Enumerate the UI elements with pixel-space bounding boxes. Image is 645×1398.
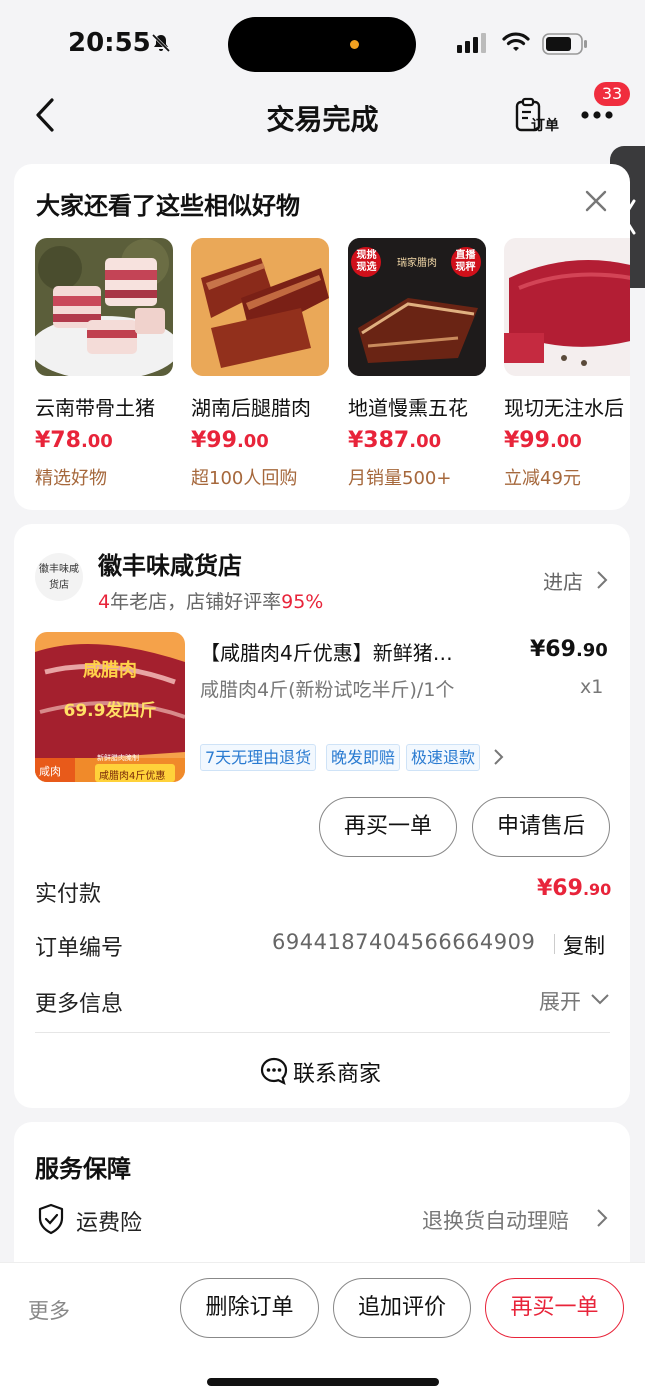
image-label: 咸腊肉4斤优惠 bbox=[99, 771, 166, 782]
recommend-item[interactable]: 现挑 现选 瑞家腊肉 直播 现秤 地道慢熏五花 ¥387.00 月销量500+ bbox=[348, 238, 486, 498]
recommend-name: 现切无注水后 bbox=[504, 396, 624, 420]
recommend-item[interactable]: 湖南后腿腊肉 ¥99.00 超100人回购 bbox=[191, 238, 329, 498]
recommend-tag: 超100人回购 bbox=[191, 468, 298, 489]
paid-label: 实付款 bbox=[35, 882, 102, 907]
product-image: 现挑 现选 瑞家腊肉 直播 现秤 bbox=[348, 238, 486, 376]
chat-icon[interactable] bbox=[259, 1056, 289, 1086]
shipping-insurance-label: 运费险 bbox=[76, 1211, 143, 1236]
service-tag[interactable]: 极速退款 bbox=[406, 744, 481, 771]
delete-order-button[interactable]: 删除订单 bbox=[180, 1278, 319, 1338]
divider bbox=[35, 1032, 610, 1033]
product-title[interactable]: 【咸腊肉4斤优惠】新鲜猪… bbox=[200, 637, 500, 666]
service-title: 服务保障 bbox=[35, 1155, 131, 1183]
recommend-item[interactable]: 现切无注水后 ¥99.00 立减49元 bbox=[504, 238, 630, 498]
shop-meta: 4年老店，店铺好评率95% bbox=[98, 591, 324, 613]
after-sale-button[interactable]: 申请售后 bbox=[472, 797, 610, 857]
order-label[interactable]: 订单 bbox=[531, 115, 559, 135]
recommend-item[interactable]: 云南带骨土猪 ¥78.00 精选好物 bbox=[35, 238, 173, 498]
shipping-insurance-desc[interactable]: 退换货自动理赔 bbox=[422, 1205, 569, 1235]
rebuy-button[interactable]: 再买一单 bbox=[319, 797, 457, 857]
bell-muted-icon bbox=[151, 33, 171, 53]
recommend-price: ¥78.00 bbox=[35, 428, 113, 453]
chevron-right-icon[interactable] bbox=[493, 748, 505, 766]
badge-text: 直播 现秤 bbox=[455, 250, 476, 273]
copy-button[interactable]: 复制 bbox=[563, 930, 605, 960]
battery-icon bbox=[542, 33, 587, 55]
expand-button[interactable]: 展开 bbox=[539, 986, 581, 1016]
shop-name[interactable]: 徽丰味咸货店 bbox=[98, 546, 242, 581]
brand-text: 瑞家腊肉 bbox=[397, 258, 437, 269]
recommend-name: 云南带骨土猪 bbox=[35, 396, 155, 420]
paid-int: ¥69 bbox=[537, 876, 583, 901]
product-image bbox=[35, 238, 173, 376]
add-review-button[interactable]: 追加评价 bbox=[333, 1278, 471, 1338]
recommend-tag: 精选好物 bbox=[35, 468, 107, 489]
more-button[interactable]: 更多 bbox=[28, 1295, 70, 1325]
paid-amount: ¥69¥69.90 bbox=[537, 876, 612, 901]
chevron-right-icon bbox=[597, 571, 608, 589]
order-number-label: 订单编号 bbox=[35, 936, 124, 961]
shield-icon bbox=[38, 1203, 64, 1235]
home-indicator bbox=[207, 1378, 439, 1386]
recommend-price: ¥99.00 bbox=[504, 428, 582, 453]
product-spec: 咸腊肉4斤(新粉试吃半斤)/1个 bbox=[200, 679, 455, 701]
notification-badge: 33 bbox=[594, 82, 630, 106]
badge-text: 现挑 现选 bbox=[356, 250, 377, 273]
product-image[interactable]: 咸腊肉 69.9发四斤 咸肉 新鲜腊肉腌制 咸腊肉4斤优惠 bbox=[35, 632, 185, 782]
contact-merchant-button[interactable]: 联系商家 bbox=[293, 1056, 381, 1088]
product-image bbox=[504, 238, 630, 376]
service-tag[interactable]: 7天无理由退货 bbox=[200, 744, 317, 771]
recommend-price: ¥387.00 bbox=[348, 428, 442, 453]
chevron-down-icon[interactable] bbox=[590, 992, 610, 1006]
product-quantity: x1 bbox=[580, 676, 604, 698]
mic-indicator bbox=[350, 40, 359, 49]
image-caption: 咸腊肉 bbox=[83, 660, 137, 681]
service-tag[interactable]: 晚发即赔 bbox=[326, 744, 401, 771]
order-number: 6944187404566664909 bbox=[272, 930, 536, 954]
recommendation-title: 大家还看了这些相似好物 bbox=[36, 192, 300, 220]
recommend-price: ¥99.00 bbox=[191, 428, 269, 453]
recommend-tag: 立减49元 bbox=[504, 468, 581, 489]
more-icon[interactable] bbox=[580, 110, 614, 120]
chevron-right-icon[interactable] bbox=[596, 1208, 608, 1228]
dynamic-island bbox=[228, 17, 416, 72]
enter-shop-link[interactable]: 进店 bbox=[543, 566, 583, 595]
recommend-tag: 月销量500+ bbox=[348, 468, 452, 489]
image-label: 咸肉 bbox=[39, 765, 61, 778]
recommend-name: 地道慢熏五花 bbox=[348, 396, 468, 420]
status-time: 20:55 bbox=[68, 28, 151, 58]
separator bbox=[554, 934, 555, 954]
wifi-icon bbox=[502, 32, 530, 51]
signal-icon bbox=[457, 33, 486, 53]
recommend-name: 湖南后腿腊肉 bbox=[191, 396, 311, 420]
close-icon[interactable] bbox=[585, 190, 607, 212]
more-info-label: 更多信息 bbox=[35, 992, 124, 1017]
shop-logo[interactable]: 徽丰味咸货店 bbox=[35, 553, 83, 601]
image-label: 新鲜腊肉腌制 bbox=[97, 754, 139, 762]
rebuy-bottom-button[interactable]: 再买一单 bbox=[485, 1278, 624, 1338]
product-price: ¥69.90 bbox=[530, 637, 608, 662]
image-caption: 69.9发四斤 bbox=[63, 701, 157, 721]
product-image bbox=[191, 238, 329, 376]
